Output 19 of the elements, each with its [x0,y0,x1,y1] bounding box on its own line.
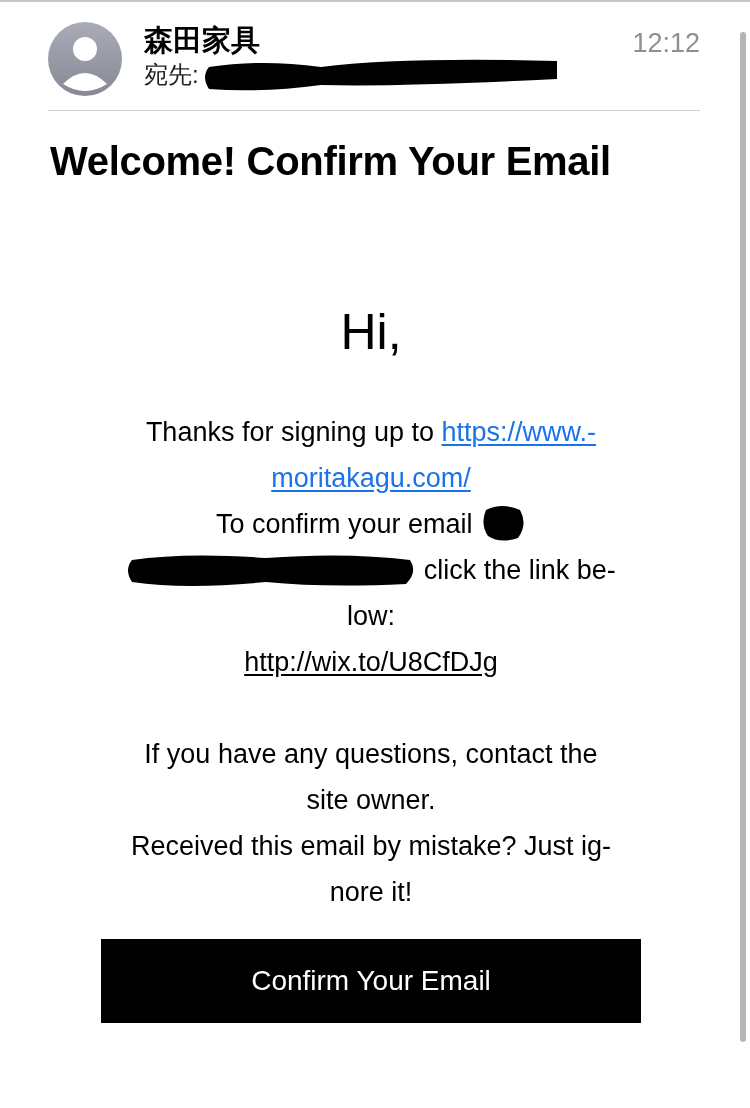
avatar-icon [48,22,122,96]
body-text: low: [347,600,395,632]
message-time: 12:12 [632,28,700,59]
body-text: If you have any questions, contact the [144,738,598,770]
confirm-email-button[interactable]: Confirm Your Email [101,939,641,1023]
website-link[interactable]: https://www.- [441,416,597,448]
body-text: Received this email by mistake? Just ig- [130,830,612,862]
body-text: Thanks for signing up to [145,416,436,448]
sender-name: 森田家具 [144,23,261,58]
body-text: site owner. [306,784,436,816]
confirm-link[interactable]: http://wix.to/U8CfDJg [244,646,498,678]
redaction-mark [480,504,527,544]
body-text: nore it! [329,876,413,908]
body-text: click the link be- [422,554,616,586]
greeting-text: Hi, [340,303,402,362]
email-subject: Welcome! Confirm Your Email [50,139,612,184]
website-link[interactable]: moritakagu.com/ [271,462,471,494]
body-text: To confirm your email [215,508,474,540]
recipient-label: 宛先: [144,60,199,90]
